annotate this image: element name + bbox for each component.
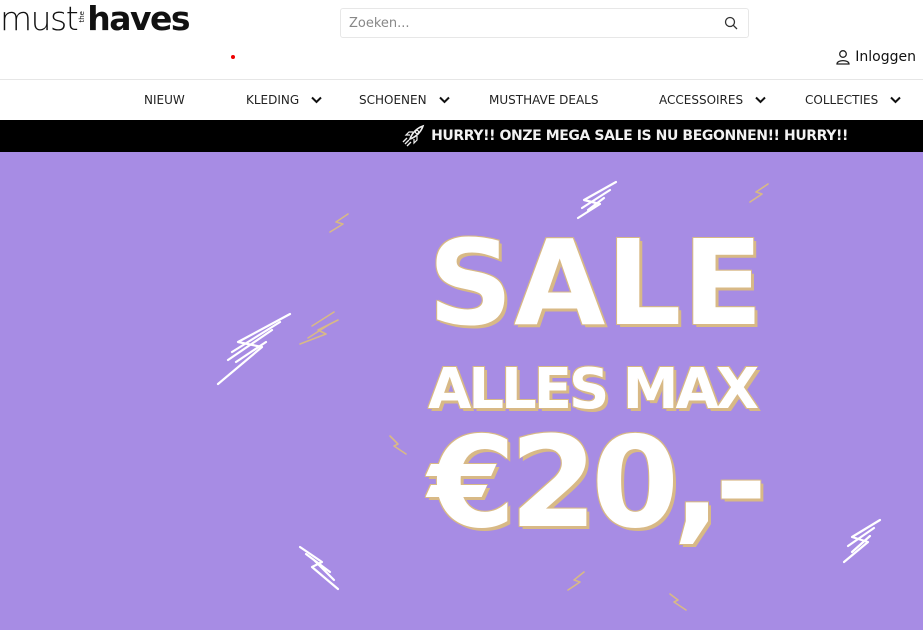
- nav-label: MUSTHAVE DEALS: [489, 93, 599, 107]
- search-input[interactable]: [341, 9, 701, 37]
- nav-item-accessoires[interactable]: ACCESSOIRES: [659, 80, 766, 120]
- logo-text-haves: haves: [87, 0, 190, 38]
- main-navigation: NIEUW KLEDING SCHOENEN MUSTHAVE DEALS AC…: [0, 79, 923, 120]
- announcement-bar[interactable]: HURRY!! ONZE MEGA SALE IS NU BEGONNEN!! …: [0, 120, 923, 152]
- nav-item-collecties[interactable]: COLLECTIES: [805, 80, 901, 120]
- search-box: [340, 8, 749, 38]
- chevron-down-icon: [755, 96, 766, 104]
- nav-label: SCHOENEN: [359, 93, 427, 107]
- nav-item-schoenen[interactable]: SCHOENEN: [359, 80, 450, 120]
- hero-price: €20,-: [428, 409, 767, 556]
- nav-item-nieuw[interactable]: NIEUW: [144, 80, 185, 120]
- hero-title-sale: SALE: [428, 214, 765, 352]
- login-button[interactable]: Inloggen: [835, 49, 916, 65]
- logo-text-the: the: [78, 10, 87, 23]
- nav-item-musthave-deals[interactable]: MUSTHAVE DEALS: [489, 80, 599, 120]
- nav-label: KLEDING: [246, 93, 300, 107]
- user-icon: [836, 50, 850, 65]
- announcement-text: HURRY!! ONZE MEGA SALE IS NU BEGONNEN!! …: [431, 128, 848, 144]
- sale-hero-banner[interactable]: SALE ALLES MAX €20,-: [0, 152, 923, 630]
- nav-label: COLLECTIES: [805, 93, 879, 107]
- chevron-down-icon: [890, 96, 901, 104]
- logo-text-must: must: [0, 0, 79, 38]
- search-icon[interactable]: [724, 16, 738, 30]
- rocket-icon: [402, 124, 425, 147]
- login-label: Inloggen: [855, 49, 916, 65]
- nav-label: NIEUW: [144, 93, 185, 107]
- nav-item-kleding[interactable]: KLEDING: [246, 80, 322, 120]
- nav-label: ACCESSOIRES: [659, 93, 744, 107]
- chevron-down-icon: [311, 96, 322, 104]
- notification-dot: [231, 55, 235, 59]
- chevron-down-icon: [438, 96, 450, 104]
- site-logo[interactable]: must the haves: [0, 0, 190, 38]
